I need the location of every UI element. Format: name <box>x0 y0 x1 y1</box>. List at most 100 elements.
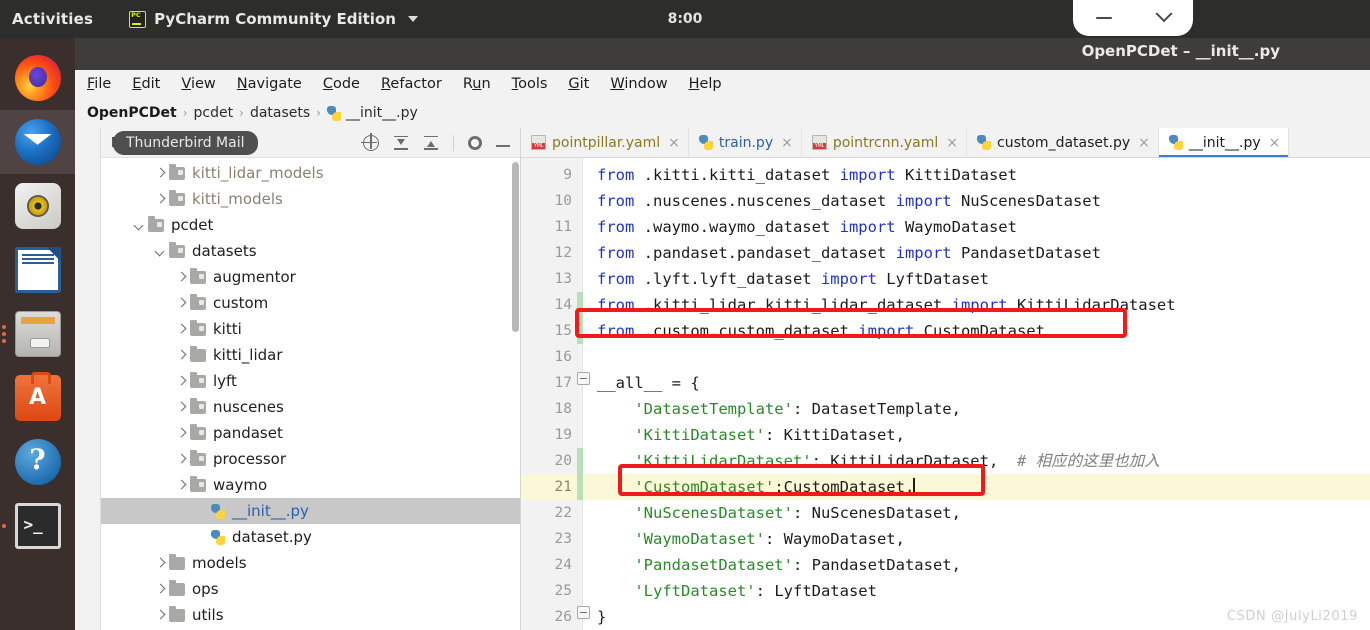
tree-item-pcdet[interactable]: pcdet <box>101 212 520 238</box>
menu-item-git[interactable]: Git <box>568 76 589 92</box>
breadcrumb-item-datasets[interactable]: datasets <box>250 105 310 121</box>
code-line[interactable]: 'DatasetTemplate': DatasetTemplate, <box>583 396 1370 422</box>
tree-item-pandaset[interactable]: pandaset <box>101 420 520 446</box>
code-editor[interactable]: 9 10 11 12 13 14 15 16 17 18 19 20 21 22 23 24 25 26 from… <box>521 158 1370 630</box>
chevron-right-icon[interactable] <box>153 192 167 206</box>
code-line[interactable]: 'WaymoDataset': WaymoDataset, <box>583 526 1370 552</box>
close-icon[interactable]: × <box>668 135 680 151</box>
code-line[interactable]: __all__ = { <box>583 370 1370 396</box>
dock-item-writer[interactable] <box>0 238 75 302</box>
code-line[interactable]: 'KittiDataset': KittiDataset, <box>583 422 1370 448</box>
breadcrumb-file[interactable]: __init__.py <box>326 105 418 121</box>
code-line[interactable]: from .custom.custom_dataset import Custo… <box>583 318 1370 344</box>
select-opened-file-icon[interactable] <box>361 132 379 151</box>
dock-item-terminal[interactable] <box>0 494 75 558</box>
chevron-down-icon[interactable] <box>153 244 167 258</box>
activities-button[interactable]: Activities <box>12 10 93 28</box>
chevron-down-icon[interactable] <box>1155 5 1173 23</box>
collapse-all-icon[interactable] <box>423 135 439 151</box>
dock-item-firefox[interactable] <box>0 46 75 110</box>
code-line[interactable]: from .nuscenes.nuscenes_dataset import N… <box>583 188 1370 214</box>
code-line[interactable]: 'NuScenesDataset': NuScenesDataset, <box>583 500 1370 526</box>
menu-item-code[interactable]: Code <box>323 76 360 92</box>
clock[interactable]: 8:00 <box>668 11 703 27</box>
tree-item---init---py[interactable]: __init__.py <box>101 498 520 524</box>
chevron-right-icon[interactable] <box>174 400 188 414</box>
chevron-right-icon[interactable] <box>174 452 188 466</box>
menu-item-navigate[interactable]: Navigate <box>237 76 302 92</box>
code-line[interactable]: from .lyft.lyft_dataset import LyftDatas… <box>583 266 1370 292</box>
window-controls-popup[interactable] <box>1073 0 1193 36</box>
menu-item-tools[interactable]: Tools <box>512 76 548 92</box>
tree-item-kitti-lidar[interactable]: kitti_lidar <box>101 342 520 368</box>
menu-item-edit[interactable]: Edit <box>132 76 160 92</box>
chevron-right-icon[interactable] <box>174 270 188 284</box>
close-icon[interactable]: × <box>1269 135 1281 151</box>
menu-item-window[interactable]: Window <box>610 76 667 92</box>
tree-item-ops[interactable]: ops <box>101 576 520 602</box>
minimize-icon[interactable] <box>1096 16 1112 20</box>
hide-panel-icon[interactable] <box>496 145 510 147</box>
close-icon[interactable]: × <box>781 135 793 151</box>
chevron-right-icon[interactable] <box>153 582 167 596</box>
tree-item-utils[interactable]: utils <box>101 602 520 628</box>
settings-gear-icon[interactable] <box>468 135 482 150</box>
code-line[interactable]: from .kitti_lidar.kitti_lidar_dataset im… <box>583 292 1370 318</box>
tree-item-waymo[interactable]: waymo <box>101 472 520 498</box>
tab-pointpillar-yaml[interactable]: pointpillar.yaml × <box>521 128 689 157</box>
code-line[interactable]: from .waymo.waymo_dataset import WaymoDa… <box>583 214 1370 240</box>
tree-item-datasets[interactable]: datasets <box>101 238 520 264</box>
tree-item-dataset-py[interactable]: dataset.py <box>101 524 520 550</box>
menu-item-view[interactable]: View <box>181 76 215 92</box>
code-line[interactable] <box>583 344 1370 370</box>
chevron-right-icon[interactable] <box>153 556 167 570</box>
project-scrollbar[interactable] <box>512 162 519 332</box>
tab-pointrcnn-yaml[interactable]: pointrcnn.yaml × <box>802 128 968 157</box>
dock-item-files[interactable] <box>0 302 75 366</box>
dock-item-software[interactable] <box>0 366 75 430</box>
expand-all-icon[interactable] <box>393 135 409 151</box>
code-line[interactable]: from .kitti.kitti_dataset import KittiDa… <box>583 162 1370 188</box>
project-tree[interactable]: kitti_lidar_models kitti_models pcdet datas… <box>101 158 520 629</box>
close-icon[interactable]: × <box>946 135 958 151</box>
code-line[interactable]: 'KittiLidarDataset': KittiLidarDataset, … <box>583 448 1370 474</box>
app-menu-button[interactable]: PyCharm Community Edition <box>129 10 418 28</box>
tree-item-custom[interactable]: custom <box>101 290 520 316</box>
menu-item-refactor[interactable]: Refactor <box>381 76 442 92</box>
tree-item-processor[interactable]: processor <box>101 446 520 472</box>
tab---init---py[interactable]: __init__.py × <box>1158 128 1290 157</box>
chevron-right-icon[interactable] <box>153 608 167 622</box>
menu-item-run[interactable]: Run <box>463 76 491 92</box>
editor-gutter[interactable]: 9 10 11 12 13 14 15 16 17 18 19 20 21 22 23 24 25 26 <box>521 158 590 630</box>
tab-train-py[interactable]: train.py × <box>689 128 802 157</box>
close-icon[interactable]: × <box>1138 135 1150 151</box>
chevron-right-icon[interactable] <box>174 478 188 492</box>
menu-item-file[interactable]: File <box>87 76 111 92</box>
tree-item-nuscenes[interactable]: nuscenes <box>101 394 520 420</box>
dock-item-help[interactable] <box>0 430 75 494</box>
tree-item-lyft[interactable]: lyft <box>101 368 520 394</box>
tree-item-kitti-models[interactable]: kitti_models <box>101 186 520 212</box>
dock-item-thunderbird[interactable] <box>0 110 75 174</box>
chevron-right-icon[interactable] <box>174 348 188 362</box>
tree-item-kitti[interactable]: kitti <box>101 316 520 342</box>
tree-item-kitti-lidar-models[interactable]: kitti_lidar_models <box>101 160 520 186</box>
chevron-right-icon[interactable] <box>174 322 188 336</box>
tree-item-models[interactable]: models <box>101 550 520 576</box>
tab-custom-dataset-py[interactable]: custom_dataset.py × <box>967 128 1159 157</box>
code-line[interactable]: from .pandaset.pandaset_dataset import P… <box>583 240 1370 266</box>
menu-item-help[interactable]: Help <box>689 76 722 92</box>
code-lines[interactable]: from .kitti.kitti_dataset import KittiDa… <box>583 158 1370 630</box>
code-line[interactable]: 'PandasetDataset': PandasetDataset, <box>583 552 1370 578</box>
chevron-right-icon[interactable] <box>174 374 188 388</box>
dock-item-rhythmbox[interactable] <box>0 174 75 238</box>
tree-item-augmentor[interactable]: augmentor <box>101 264 520 290</box>
code-line[interactable]: 'CustomDataset':CustomDataset, <box>583 474 1370 500</box>
code-line[interactable]: 'LyftDataset': LyftDataset <box>583 578 1370 604</box>
chevron-right-icon[interactable] <box>174 296 188 310</box>
breadcrumb-item-pcdet[interactable]: pcdet <box>194 105 234 121</box>
breadcrumb-root[interactable]: OpenPCDet <box>87 105 177 121</box>
chevron-right-icon[interactable] <box>174 426 188 440</box>
chevron-right-icon[interactable] <box>153 166 167 180</box>
chevron-down-icon[interactable] <box>132 218 146 232</box>
